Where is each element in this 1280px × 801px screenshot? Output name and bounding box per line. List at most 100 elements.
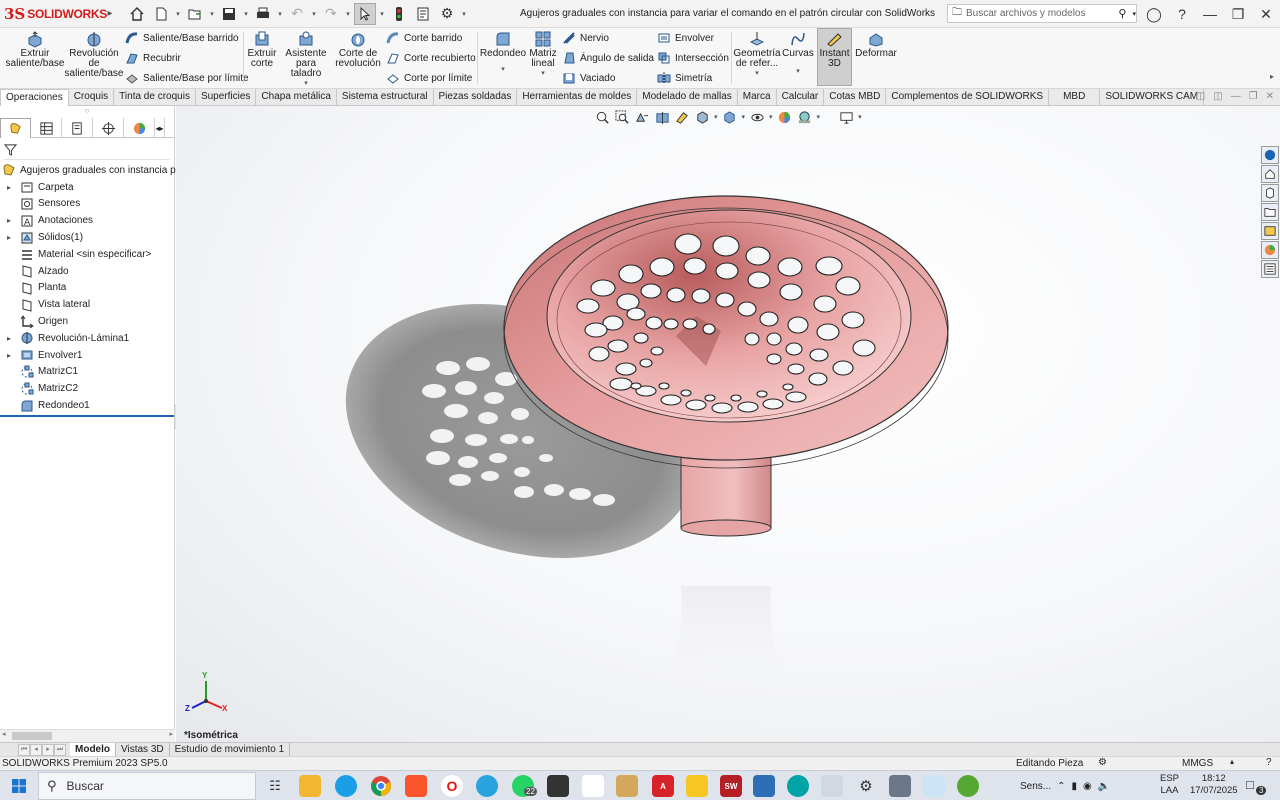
input-language[interactable]: ESP LAA [1160, 773, 1179, 797]
tray-overflow-icon[interactable]: ⌃ [1057, 781, 1065, 792]
opera-browser-icon[interactable]: O [441, 775, 463, 797]
tree-item-solidos[interactable]: ▸ Sólidos(1) [0, 229, 174, 246]
save-icon[interactable] [218, 3, 240, 25]
search-input[interactable] [966, 8, 1113, 19]
propertymanager-tab-icon[interactable] [31, 118, 62, 138]
tab-cotas-mbd[interactable]: Cotas MBD [824, 89, 887, 105]
rib-button[interactable]: Nervio [562, 31, 609, 45]
tree-item-alzado[interactable]: Alzado [0, 263, 174, 280]
tree-item-material[interactable]: Material <sin especificar> [0, 246, 174, 263]
library-app-icon[interactable] [616, 775, 638, 797]
utorrent-icon[interactable] [957, 775, 979, 797]
new-document-icon[interactable] [150, 3, 172, 25]
new-dropdown-icon[interactable]: ▾ [174, 10, 182, 18]
tab-piezas-soldadas[interactable]: Piezas soldadas [434, 89, 518, 105]
boundary-cut-button[interactable]: Corte por límite [386, 71, 472, 85]
tree-filter[interactable] [4, 140, 170, 160]
tab-operaciones[interactable]: Operaciones [0, 89, 69, 106]
hole-wizard-dropdown-icon[interactable]: ▾ [304, 79, 308, 89]
expand-arrow-icon[interactable]: ▸ [4, 183, 14, 192]
minimize-icon[interactable]: — [1196, 0, 1224, 28]
search-icon[interactable]: ⚲ [1118, 7, 1126, 20]
reference-geometry-button[interactable]: Geometría de refer... ▾ [733, 30, 781, 79]
tab-modelo[interactable]: Modelo [70, 742, 116, 757]
scroll-right-icon[interactable]: ▸ [169, 730, 173, 738]
tab-herramientas-moldes[interactable]: Herramientas de moldes [517, 89, 638, 105]
tab-chapa-metalica[interactable]: Chapa metálica [256, 89, 337, 105]
configurationmanager-tab-icon[interactable] [62, 118, 93, 138]
taskbar-clock[interactable]: 18:12 17/07/2025 [1190, 773, 1238, 797]
tab-marca[interactable]: Marca [738, 89, 777, 105]
app-icon-blue[interactable] [753, 775, 775, 797]
tab-estudio-movimiento[interactable]: Estudio de movimiento 1 [170, 742, 291, 757]
file-properties-icon[interactable] [412, 3, 434, 25]
custom-properties-icon[interactable] [1261, 241, 1279, 259]
select-cursor-icon[interactable] [354, 2, 376, 25]
menu-expand-arrow-icon[interactable]: ▸ [102, 8, 118, 19]
save-dropdown-icon[interactable]: ▾ [242, 10, 250, 18]
rebuild-status-icon[interactable]: ⚙ [1098, 757, 1107, 768]
print-dropdown-icon[interactable]: ▾ [276, 10, 284, 18]
expand-arrow-icon[interactable]: ▸ [4, 233, 14, 242]
options-gear-icon[interactable]: ⚙ [436, 3, 458, 25]
graphics-area[interactable]: ▾ ▾ ▾ ▾ ▾ Y X Z *Isométrica [176, 106, 1280, 742]
appearances-icon[interactable] [1261, 222, 1279, 240]
telegram-icon[interactable] [476, 775, 498, 797]
app-icon-dark[interactable] [547, 775, 569, 797]
revolve-boss-button[interactable]: Revolución de saliente/base [65, 30, 123, 79]
panel-grip[interactable]: ○ [0, 106, 174, 118]
mirror-button[interactable]: Simetría [657, 71, 712, 85]
solidworks-logo[interactable]: 3S SOLIDWORKS [0, 5, 107, 23]
tree-item-redondeo[interactable]: Redondeo1 [0, 397, 174, 414]
settings-gear-icon[interactable]: ⚙ [855, 775, 877, 797]
tab-superficies[interactable]: Superficies [196, 89, 257, 105]
notifications-icon[interactable]: □ [1246, 777, 1254, 792]
file-explorer-taskbar-icon[interactable] [299, 775, 321, 797]
units-dropdown-icon[interactable]: ▴ [1230, 757, 1234, 766]
prev-tab-icon[interactable]: ◂ [30, 743, 42, 756]
tab-complementos[interactable]: Complementos de SOLIDWORKS [886, 89, 1050, 105]
calculator-icon[interactable] [889, 775, 911, 797]
select-dropdown-icon[interactable]: ▾ [378, 10, 386, 18]
fillet-dropdown-icon[interactable]: ▾ [501, 65, 505, 75]
curves-button[interactable]: Curvas ▾ [782, 30, 814, 77]
volume-icon[interactable]: 🔈 [1098, 781, 1110, 792]
tree-item-carpeta[interactable]: ▸ Carpeta [0, 179, 174, 196]
acrobat-icon[interactable]: A [652, 775, 674, 797]
wifi-icon[interactable]: ◉ [1083, 781, 1092, 792]
extrude-cut-button[interactable]: Extruir corte [246, 30, 278, 69]
tab-tinta-croquis[interactable]: Tinta de croquis [114, 89, 196, 105]
solidworks-taskbar-icon[interactable]: SW [720, 775, 742, 797]
search-dropdown-icon[interactable]: ▾ [1132, 10, 1136, 18]
help-status-icon[interactable]: ? [1266, 757, 1272, 768]
boundary-boss-button[interactable]: Saliente/Base por límite [125, 71, 249, 85]
display-manager-tab-icon[interactable] [124, 118, 155, 138]
tree-item-sensores[interactable]: Sensores [0, 196, 174, 213]
doc-close-icon[interactable]: ✕ [1266, 91, 1274, 102]
tree-item-envolver[interactable]: ▸ Envolver1 [0, 347, 174, 364]
tab-calcular[interactable]: Calcular [777, 89, 825, 105]
brave-browser-icon[interactable] [405, 775, 427, 797]
expand-arrow-icon[interactable]: ▸ [4, 334, 14, 343]
file-explorer-icon[interactable] [1261, 184, 1279, 202]
revolve-cut-button[interactable]: Corte de revolución [334, 30, 382, 69]
doc-minimize-icon[interactable]: — [1231, 91, 1241, 102]
tabs-scroll-arrows-icon[interactable]: ◂▸ [155, 118, 165, 138]
help-icon[interactable]: ? [1168, 0, 1196, 28]
sensors-tray-label[interactable]: Sens... [1020, 781, 1051, 792]
reference-geometry-dropdown-icon[interactable]: ▾ [755, 69, 759, 79]
open-dropdown-icon[interactable]: ▾ [208, 10, 216, 18]
battery-icon[interactable]: ▮ [1072, 781, 1078, 792]
tree-item-matrizc2[interactable]: MatrizC2 [0, 380, 174, 397]
tree-item-planta[interactable]: Planta [0, 280, 174, 297]
solidworks-resources-icon[interactable] [1261, 146, 1279, 164]
panel-collapse-icon[interactable]: ◫ [1196, 91, 1205, 102]
task-view-icon[interactable]: ☷ [264, 775, 286, 797]
dimxpert-tab-icon[interactable] [93, 118, 124, 138]
tree-item-vista-lateral[interactable]: Vista lateral [0, 296, 174, 313]
tree-root-part[interactable]: Agujeros graduales con instancia para [0, 162, 190, 179]
wrap-button[interactable]: Envolver [657, 31, 714, 45]
swept-cut-button[interactable]: Corte barrido [386, 31, 462, 45]
windows-start-icon[interactable] [0, 771, 38, 801]
filter-icon[interactable] [4, 143, 17, 156]
